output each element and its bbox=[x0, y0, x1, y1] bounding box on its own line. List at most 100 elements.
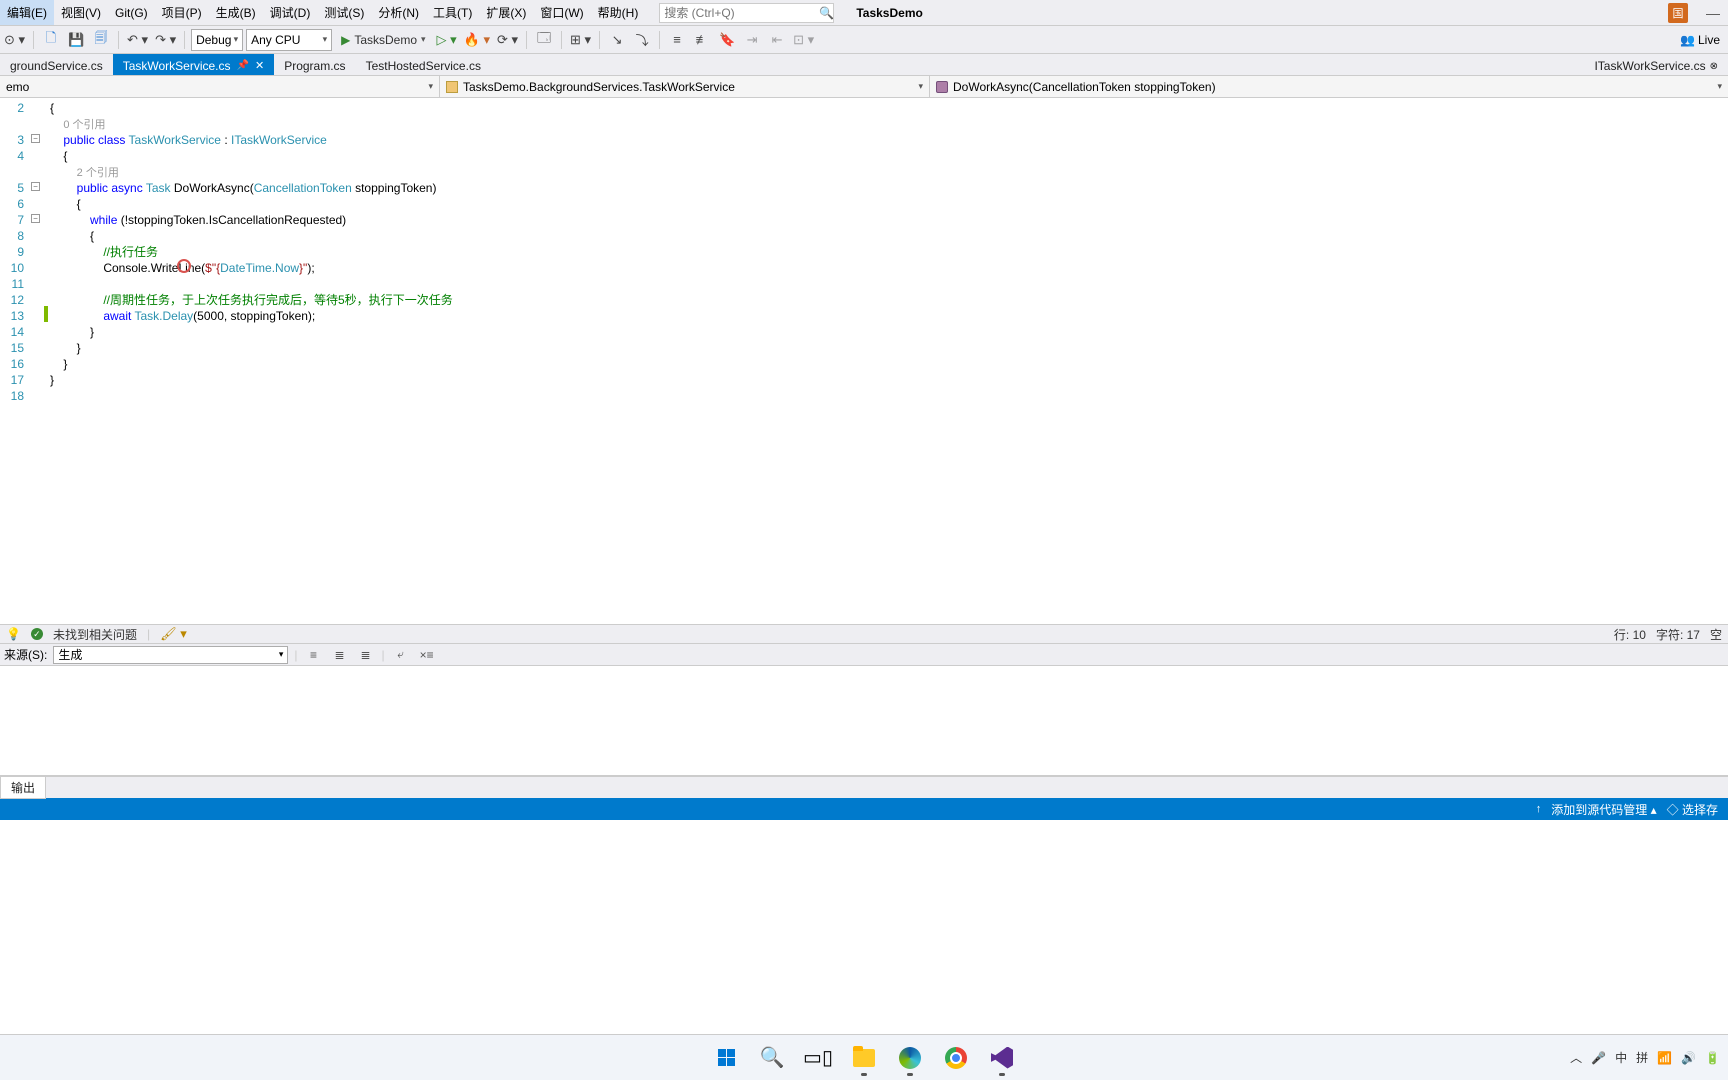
line-indicator[interactable]: 行: 10 bbox=[1614, 626, 1646, 643]
menu-item[interactable]: 测试(S) bbox=[317, 0, 371, 25]
config-combo[interactable]: Debug▾ bbox=[191, 29, 243, 51]
user-badge[interactable]: 国 bbox=[1668, 3, 1688, 23]
issues-ok-icon: ✓ bbox=[31, 628, 43, 640]
redo-button[interactable]: ↷ ▾ bbox=[153, 29, 178, 51]
scm-button[interactable]: 添加到源代码管理 ▴ bbox=[1551, 801, 1656, 818]
fold-toggle[interactable]: − bbox=[31, 134, 40, 143]
editor-status-bar: 💡 ✓ 未找到相关问题 | 🖌 ▾ 行: 10 字符: 17 空 bbox=[0, 624, 1728, 644]
step-into-button[interactable]: ↘ bbox=[606, 29, 628, 51]
fold-column[interactable]: − − − bbox=[30, 98, 44, 624]
wifi-icon[interactable]: 📶 bbox=[1657, 1051, 1672, 1065]
pin-icon: ⊗ bbox=[1710, 61, 1718, 72]
comment-button[interactable]: ≡ bbox=[666, 29, 688, 51]
line-numbers: 23456789101112131415161718 bbox=[0, 98, 30, 624]
volume-icon[interactable]: 🔊 bbox=[1681, 1051, 1696, 1065]
arrow-up-icon: ↑ bbox=[1536, 803, 1542, 815]
undo-button[interactable]: ↶ ▾ bbox=[125, 29, 150, 51]
start-button[interactable] bbox=[706, 1038, 746, 1078]
uncomment-button[interactable]: ≢ bbox=[691, 29, 713, 51]
output-wordwrap[interactable]: ⤶ bbox=[391, 646, 411, 664]
lightbulb-icon[interactable]: 💡 bbox=[6, 627, 21, 641]
output-clear-all[interactable]: ×≡ bbox=[417, 646, 437, 664]
preview-tab[interactable]: ITaskWorkService.cs⊗ bbox=[1584, 57, 1728, 75]
edge-browser[interactable] bbox=[890, 1038, 930, 1078]
output-goto-next[interactable]: ≣ bbox=[329, 646, 349, 664]
ime-mode[interactable]: 拼 bbox=[1636, 1049, 1648, 1066]
bookmark-button[interactable]: 🔖 bbox=[716, 29, 738, 51]
visual-studio[interactable] bbox=[982, 1038, 1022, 1078]
fold-toggle[interactable]: − bbox=[31, 182, 40, 191]
menu-item[interactable]: Git(G) bbox=[108, 0, 155, 25]
live-share-button[interactable]: 👥Live bbox=[1674, 33, 1726, 47]
step-over-button[interactable]: ⤵ bbox=[631, 29, 653, 51]
search-box[interactable]: 🔍 bbox=[659, 3, 834, 23]
menu-item[interactable]: 帮助(H) bbox=[591, 0, 646, 25]
chrome-browser[interactable] bbox=[936, 1038, 976, 1078]
close-icon[interactable]: ✕ bbox=[255, 59, 264, 72]
indent-button[interactable]: ⇥ bbox=[741, 29, 763, 51]
solution-name: TasksDemo bbox=[848, 6, 930, 20]
menu-item[interactable]: 窗口(W) bbox=[533, 0, 590, 25]
format-button[interactable]: ⊡ ▾ bbox=[791, 29, 816, 51]
output-source-combo[interactable]: 生成▾ bbox=[53, 646, 288, 664]
ime-lang[interactable]: 中 bbox=[1615, 1049, 1627, 1066]
nav-type[interactable]: TasksDemo.BackgroundServices.TaskWorkSer… bbox=[440, 76, 930, 97]
issues-text: 未找到相关问题 bbox=[53, 626, 137, 643]
browse-button[interactable]: 🗔 bbox=[533, 29, 555, 51]
menu-item[interactable]: 视图(V) bbox=[54, 0, 108, 25]
char-indicator[interactable]: 字符: 17 bbox=[1656, 626, 1700, 643]
toolbar: ⊙ ▾ 🗋 💾 🗐 ↶ ▾ ↷ ▾ Debug▾ Any CPU▾ ▶Tasks… bbox=[0, 26, 1728, 54]
code-content[interactable]: { 0 个引用 public class TaskWorkService : I… bbox=[50, 98, 1728, 624]
save-button[interactable]: 💾 bbox=[65, 29, 87, 51]
outdent-button[interactable]: ⇤ bbox=[766, 29, 788, 51]
save-all-button[interactable]: 🗐 bbox=[90, 29, 112, 51]
nav-member[interactable]: DoWorkAsync(CancellationToken stoppingTo… bbox=[930, 76, 1728, 97]
output-tab[interactable]: 输出 bbox=[0, 776, 46, 799]
menu-item[interactable]: 调试(D) bbox=[263, 0, 318, 25]
output-tab-strip: 输出 bbox=[0, 776, 1728, 798]
vs-status-bar: ↑ 添加到源代码管理 ▴ ◇ 选择存 bbox=[0, 798, 1728, 820]
menu-item[interactable]: 生成(B) bbox=[209, 0, 263, 25]
search-input[interactable] bbox=[664, 6, 819, 20]
menu-item[interactable]: 分析(N) bbox=[371, 0, 426, 25]
method-icon bbox=[936, 81, 948, 93]
output-goto-prev[interactable]: ≡ bbox=[303, 646, 323, 664]
document-tab[interactable]: Program.cs bbox=[274, 54, 355, 75]
system-tray: ︿ 🎤 中 拼 📶 🔊 🔋 bbox=[1570, 1049, 1720, 1066]
fold-toggle[interactable]: − bbox=[31, 214, 40, 223]
nav-project[interactable]: emo▾ bbox=[0, 76, 440, 97]
layout-button[interactable]: ⊞ ▾ bbox=[568, 29, 593, 51]
menu-item[interactable]: 扩展(X) bbox=[479, 0, 533, 25]
minimize-button[interactable]: — bbox=[1698, 5, 1728, 21]
start-debug-button[interactable]: ▶TasksDemo▾ bbox=[335, 29, 431, 51]
platform-combo[interactable]: Any CPU▾ bbox=[246, 29, 332, 51]
class-icon bbox=[446, 81, 458, 93]
hot-reload-button[interactable]: 🔥 ▾ bbox=[462, 29, 492, 51]
encoding-indicator[interactable]: 空 bbox=[1710, 626, 1722, 643]
battery-icon[interactable]: 🔋 bbox=[1705, 1051, 1720, 1065]
menu-item[interactable]: 项目(P) bbox=[155, 0, 209, 25]
output-panel: 来源(S): 生成▾ | ≡ ≣ ≣ | ⤶ ×≡ 输出 bbox=[0, 644, 1728, 798]
document-tab[interactable]: groundService.cs bbox=[0, 54, 113, 75]
start-without-debug-button[interactable]: ▷ ▾ bbox=[435, 29, 459, 51]
output-toolbar: 来源(S): 生成▾ | ≡ ≣ ≣ | ⤶ ×≡ bbox=[0, 644, 1728, 666]
new-file-button[interactable]: 🗋 bbox=[40, 29, 62, 51]
output-body[interactable] bbox=[0, 666, 1728, 776]
repo-select-button[interactable]: ◇ 选择存 bbox=[1667, 801, 1718, 818]
document-tabs: groundService.csTaskWorkService.cs📌✕Prog… bbox=[0, 54, 1728, 76]
output-clear[interactable]: ≣ bbox=[355, 646, 375, 664]
refresh-button[interactable]: ⟳ ▾ bbox=[495, 29, 520, 51]
mic-icon[interactable]: 🎤 bbox=[1591, 1051, 1606, 1065]
cleanup-icon[interactable]: 🖌 ▾ bbox=[160, 626, 187, 642]
nav-back-button[interactable]: ⊙ ▾ bbox=[2, 29, 27, 51]
tray-chevron-icon[interactable]: ︿ bbox=[1570, 1049, 1582, 1066]
task-view[interactable]: ▭▯ bbox=[798, 1038, 838, 1078]
document-tab[interactable]: TaskWorkService.cs📌✕ bbox=[113, 54, 274, 75]
output-source-label: 来源(S): bbox=[4, 646, 47, 663]
document-tab[interactable]: TestHostedService.cs bbox=[356, 54, 491, 75]
menu-item[interactable]: 工具(T) bbox=[426, 0, 479, 25]
file-explorer[interactable] bbox=[844, 1038, 884, 1078]
code-editor[interactable]: 23456789101112131415161718 − − − { 0 个引用 p… bbox=[0, 98, 1728, 624]
taskbar-search[interactable]: 🔍 bbox=[752, 1038, 792, 1078]
menu-item[interactable]: 编辑(E) bbox=[0, 0, 54, 25]
